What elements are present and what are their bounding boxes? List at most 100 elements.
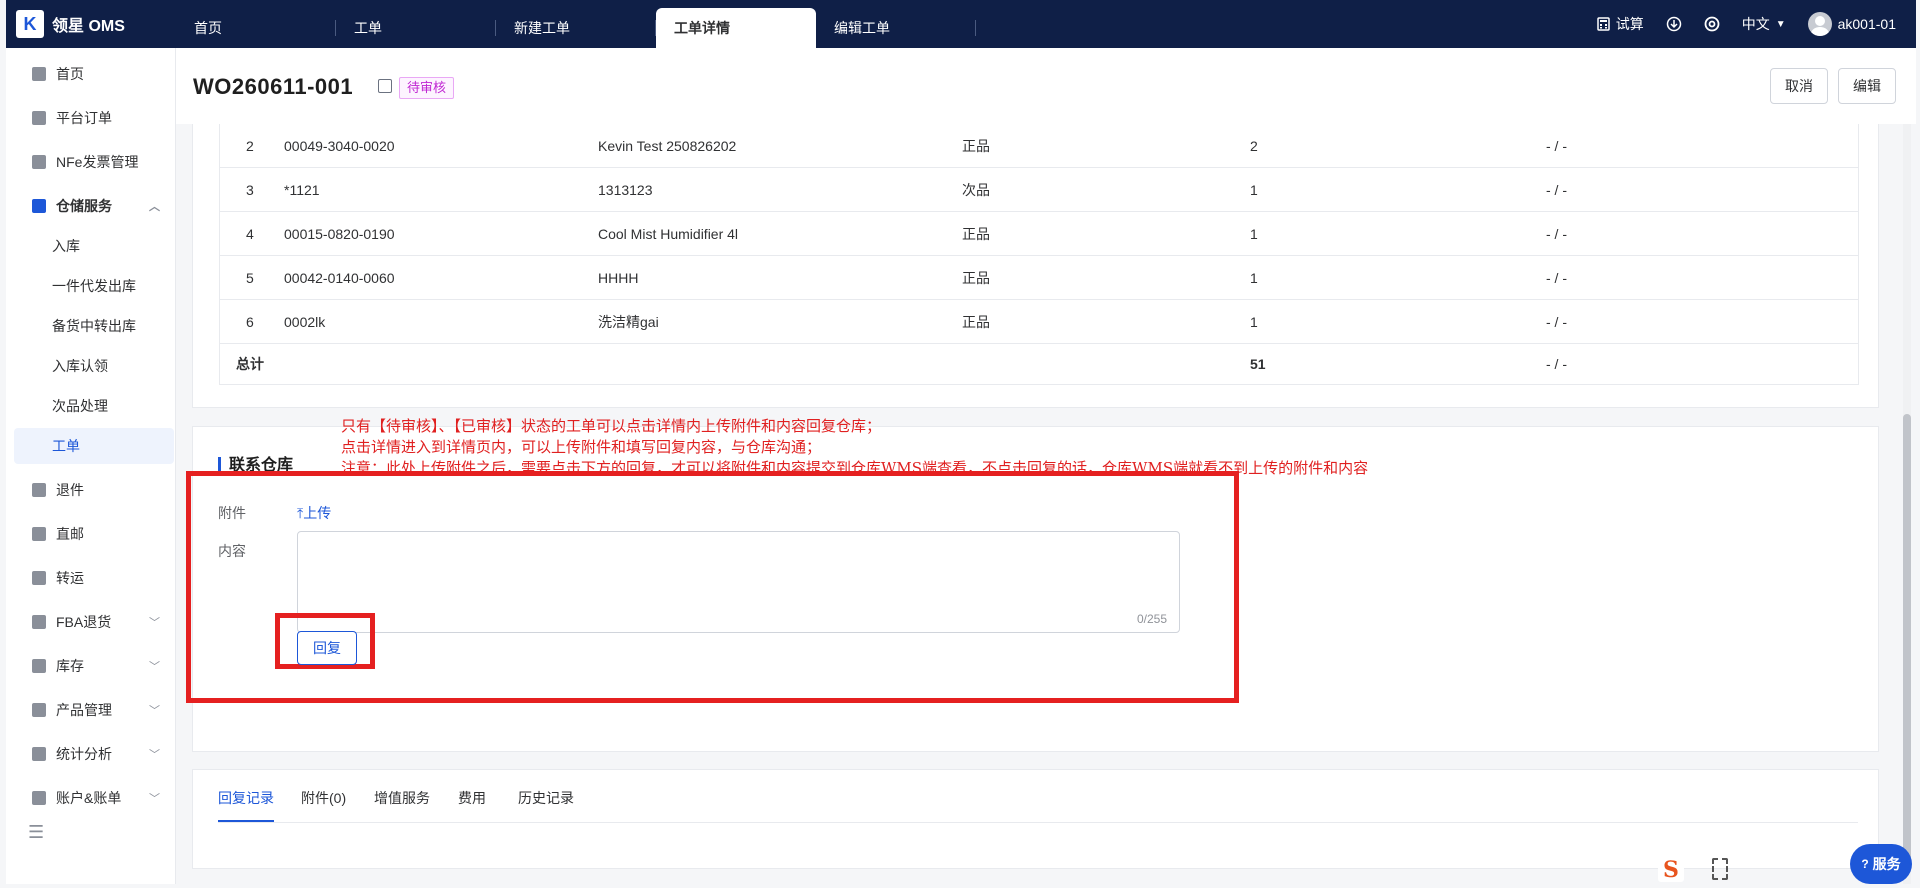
sidebar-item-warehouse-service[interactable]: 仓储服务 ︿ <box>14 188 174 224</box>
calc-button[interactable]: 试算 <box>1596 14 1644 34</box>
tab-home[interactable]: 首页 <box>176 8 336 48</box>
sidebar: 首页 平台订单 NFe发票管理 仓储服务 ︿ 入库 一件代发出库 备货中转出库 入… <box>6 48 176 884</box>
logo-icon: K <box>16 10 44 38</box>
caret-down-icon: ▼ <box>1775 18 1786 30</box>
gear-icon <box>1704 16 1720 32</box>
row-product-name: HHHH <box>598 269 639 286</box>
sidebar-item-fba-returns[interactable]: FBA退货 ﹀ <box>14 604 174 640</box>
app-logo[interactable]: K 领星 OMS <box>16 10 125 38</box>
row-qty: 1 <box>1250 181 1258 198</box>
calc-label: 试算 <box>1615 16 1644 32</box>
sidebar-item-label: 产品管理 <box>56 702 112 718</box>
page-title: WO260611-001 <box>193 74 354 99</box>
sidebar-subitem-inbound[interactable]: 入库 <box>14 228 174 264</box>
row-extra: - / - <box>1546 225 1567 242</box>
sidebar-item-returns[interactable]: 退件 <box>14 472 174 508</box>
row-quality: 正品 <box>962 269 990 286</box>
tab-work-order-detail[interactable]: 工单详情 <box>656 8 816 48</box>
help-icon: ? <box>1861 857 1869 871</box>
row-qty: 1 <box>1250 269 1258 286</box>
items-card: 2 00049-3040-0020 Kevin Test 250826202 正… <box>192 124 1879 408</box>
sidebar-item-account-billing[interactable]: 账户&账单 ﹀ <box>14 780 174 816</box>
chevron-down-icon: ﹀ <box>149 793 160 805</box>
contact-warehouse-card: 联系仓库 只有【待审核】、【已审核】状态的工单可以点击详情内上传附件和内容回复仓… <box>186 417 1879 752</box>
tab-history[interactable]: 历史记录 <box>518 788 574 822</box>
sidebar-subitem-stock-transfer-outbound[interactable]: 备货中转出库 <box>14 308 174 344</box>
user-name: ak001-01 <box>1837 16 1896 32</box>
language-select[interactable]: 中文 ▼ <box>1742 14 1786 34</box>
sidebar-item-label: 平台订单 <box>56 110 112 126</box>
annotation-line: 只有【待审核】、【已审核】状态的工单可以点击详情内上传附件和内容回复仓库； <box>341 417 882 435</box>
total-qty: 51 <box>1250 356 1266 372</box>
order-icon <box>32 111 46 125</box>
stats-icon <box>32 747 46 761</box>
row-qty: 1 <box>1250 313 1258 330</box>
sidebar-item-label: NFe发票管理 <box>56 154 139 170</box>
sidebar-item-nfe-invoice[interactable]: NFe发票管理 <box>14 144 174 180</box>
sidebar-subitem-dropship-outbound[interactable]: 一件代发出库 <box>14 268 174 304</box>
menu-collapse-icon[interactable]: ☰ <box>28 822 44 843</box>
chevron-down-icon: ﹀ <box>149 661 160 673</box>
scrollbar[interactable] <box>1903 124 1911 884</box>
tab-attachments[interactable]: 附件(0) <box>301 788 346 822</box>
row-quality: 正品 <box>962 313 990 330</box>
total-extra: - / - <box>1546 356 1567 372</box>
main-content: 2 00049-3040-0020 Kevin Test 250826202 正… <box>176 124 1916 884</box>
sidebar-item-statistics[interactable]: 统计分析 ﹀ <box>14 736 174 772</box>
screenshot-icon[interactable] <box>1712 858 1728 880</box>
row-product-name: Cool Mist Humidifier 4l <box>598 225 739 242</box>
row-product-name: Kevin Test 250826202 <box>598 137 737 154</box>
sidebar-item-label: 仓储服务 <box>56 198 112 214</box>
cancel-button[interactable]: 取消 <box>1770 68 1828 104</box>
sidebar-item-products[interactable]: 产品管理 ﹀ <box>14 692 174 728</box>
chevron-down-icon: ﹀ <box>149 749 160 761</box>
sidebar-item-direct-mail[interactable]: 直邮 <box>14 516 174 552</box>
top-bar: K 领星 OMS 首页 工单 新建工单 工单详情 编辑工单 试算 中文 ▼ ak… <box>6 0 1916 48</box>
product-icon <box>32 703 46 717</box>
top-tabs: 首页 工单 新建工单 工单详情 编辑工单 <box>176 8 976 48</box>
sogou-ime-icon[interactable]: S <box>1658 858 1684 882</box>
row-qty: 2 <box>1250 137 1258 154</box>
download-button[interactable] <box>1666 16 1682 32</box>
row-quality: 正品 <box>962 225 990 242</box>
tab-edit-work-order[interactable]: 编辑工单 <box>816 8 976 48</box>
tab-value-added-services[interactable]: 增值服务 <box>374 788 430 822</box>
row-sku: 00042-0140-0060 <box>284 269 395 286</box>
direct-mail-icon <box>32 527 46 541</box>
user-menu[interactable]: ak001-01 <box>1807 12 1896 36</box>
total-label: 总计 <box>236 356 264 372</box>
language-label: 中文 <box>1741 16 1770 32</box>
row-index: 6 <box>246 313 254 330</box>
tab-divider <box>218 822 1858 823</box>
sidebar-subitem-inbound-claim[interactable]: 入库认领 <box>14 348 174 384</box>
sidebar-item-label: 账户&账单 <box>56 790 122 806</box>
reply-button[interactable]: 回复 <box>297 631 357 665</box>
edit-button[interactable]: 编辑 <box>1838 68 1896 104</box>
copy-icon[interactable] <box>378 79 392 93</box>
sidebar-item-home[interactable]: 首页 <box>14 56 174 92</box>
page-header: WO260611-001 待审核 取消 编辑 <box>176 48 1916 124</box>
sidebar-subitem-work-order[interactable]: 工单 <box>14 428 174 464</box>
avatar <box>1807 12 1832 36</box>
sidebar-item-platform-orders[interactable]: 平台订单 <box>14 100 174 136</box>
sidebar-item-transfer[interactable]: 转运 <box>14 560 174 596</box>
app-name: 领星 OMS <box>52 18 125 35</box>
content-textarea[interactable]: 0/255 <box>297 531 1180 633</box>
tab-new-work-order[interactable]: 新建工单 <box>496 8 656 48</box>
settings-button[interactable] <box>1704 16 1720 32</box>
annotation-line: 点击详情进入到详情页内，可以上传附件和填写回复内容，与仓库沟通； <box>341 438 822 456</box>
service-button[interactable]: ? 服务 <box>1850 844 1912 884</box>
upload-button[interactable]: ⤒上传 <box>297 503 331 523</box>
warehouse-icon <box>32 199 46 213</box>
tab-work-order[interactable]: 工单 <box>336 8 496 48</box>
scrollbar-thumb[interactable] <box>1903 414 1911 874</box>
sidebar-subitem-defect-handling[interactable]: 次品处理 <box>14 388 174 424</box>
content-label: 内容 <box>218 543 246 559</box>
chevron-down-icon: ﹀ <box>149 617 160 629</box>
row-product-name: 洗洁精gai <box>598 313 659 330</box>
sidebar-item-inventory[interactable]: 库存 ﹀ <box>14 648 174 684</box>
attachment-label: 附件 <box>218 505 246 521</box>
tab-fees[interactable]: 费用 <box>458 788 486 822</box>
row-quality: 次品 <box>962 181 990 198</box>
tab-reply-records[interactable]: 回复记录 <box>218 788 274 822</box>
